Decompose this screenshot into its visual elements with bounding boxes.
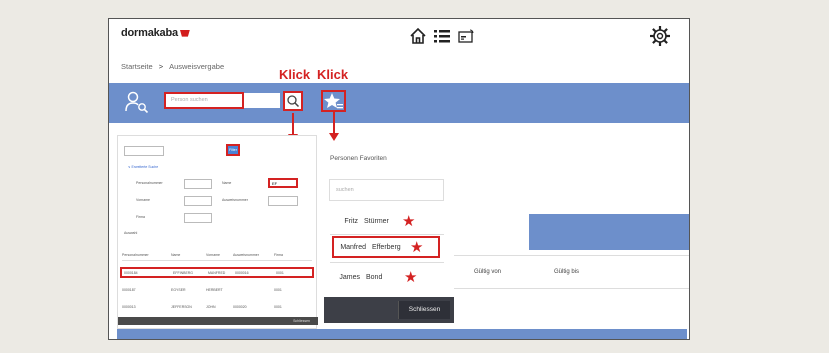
- favorite-item-selected[interactable]: Manfred Efferberg ★: [332, 236, 440, 258]
- klick-annotation-search: Klick: [279, 67, 311, 82]
- favorite-item[interactable]: Fritz Stürmer ★: [332, 211, 442, 231]
- filter-button[interactable]: Filter: [226, 144, 240, 156]
- vorname-input[interactable]: [184, 196, 212, 206]
- search-input-extension[interactable]: [244, 93, 280, 108]
- personalnummer-input[interactable]: [184, 179, 212, 189]
- breadcrumb: Startseite > Ausweisvergabe: [121, 62, 225, 71]
- field-label-personalnummer: Personalnummer: [136, 181, 163, 185]
- col-valid-from: Gültig von: [474, 269, 502, 275]
- favorites-panel: Personen Favoriten suchen Fritz Stürmer ★ …: [324, 145, 454, 323]
- person-search-input[interactable]: Person suchen: [164, 92, 244, 109]
- results-close-button[interactable]: Schliessen: [293, 319, 310, 323]
- favorite-star-icon[interactable]: ★: [402, 214, 415, 229]
- advanced-search-toggle[interactable]: ∨ Erweiterte Suche: [128, 165, 158, 169]
- list-icon[interactable]: [433, 27, 451, 45]
- klick-annotation-favorites: Klick: [317, 67, 349, 82]
- favorite-star-icon[interactable]: ★: [410, 240, 423, 255]
- person-search-icon: [125, 91, 149, 114]
- favorites-footer: Schliessen: [324, 297, 454, 323]
- field-label-firma: Firma: [136, 215, 145, 219]
- home-icon[interactable]: [409, 27, 427, 45]
- firma-input[interactable]: [184, 213, 212, 223]
- dormakaba-logo: dormakaba: [121, 27, 190, 39]
- search-results-panel: Filter ∨ Erweiterte Suche Personalnummer…: [117, 135, 318, 329]
- results-row[interactable]: 0000013 JEFFERSON JOHN 0000020 0001: [122, 305, 312, 309]
- arrow-search-shaft: [292, 113, 294, 135]
- section-bar: [529, 214, 689, 250]
- breadcrumb-home-link[interactable]: Startseite: [121, 62, 153, 71]
- section-label-auswahl: Auswahl: [124, 231, 138, 235]
- arrow-favorites-shaft: [333, 112, 335, 134]
- assignment-table-header: Gültig von Gültig bis: [449, 255, 689, 289]
- name-input[interactable]: EF: [268, 178, 298, 188]
- bottom-section-bar: [117, 329, 687, 339]
- filter-field[interactable]: [124, 146, 164, 156]
- results-row-selected[interactable]: 0000184 EFFINBERG MANFRED 0000016 0001: [120, 267, 314, 278]
- favorites-button[interactable]: [321, 90, 346, 112]
- app-window: dormakaba Startseite > Ausweisvergabe Klic…: [108, 18, 690, 340]
- favorites-close-button[interactable]: Schliessen: [398, 301, 450, 319]
- favorite-star-icon[interactable]: ★: [404, 270, 417, 285]
- breadcrumb-current: Ausweisvergabe: [169, 62, 225, 71]
- field-label-ausweisnummer: Ausweisnummer: [222, 198, 248, 202]
- favorite-item[interactable]: James Bond ★: [332, 267, 442, 287]
- results-footer: Schliessen: [118, 317, 318, 325]
- field-label-name: Name: [222, 181, 232, 185]
- search-button[interactable]: [283, 91, 303, 111]
- results-row[interactable]: 0000187 EGYSER HERBERT 0001: [122, 288, 312, 292]
- favorites-title: Personen Favoriten: [330, 155, 387, 162]
- card-reader-icon[interactable]: [457, 27, 475, 45]
- favorites-search-input[interactable]: suchen: [329, 179, 444, 201]
- results-table-header: Personalnummer Name Vorname Ausweisnummer Fi…: [122, 253, 283, 257]
- settings-gear-icon[interactable]: [649, 25, 671, 47]
- field-label-vorname: Vorname: [136, 198, 151, 202]
- ausweisnummer-input[interactable]: [268, 196, 298, 206]
- arrow-favorites-head: [329, 133, 339, 141]
- col-valid-to: Gültig bis: [554, 269, 580, 275]
